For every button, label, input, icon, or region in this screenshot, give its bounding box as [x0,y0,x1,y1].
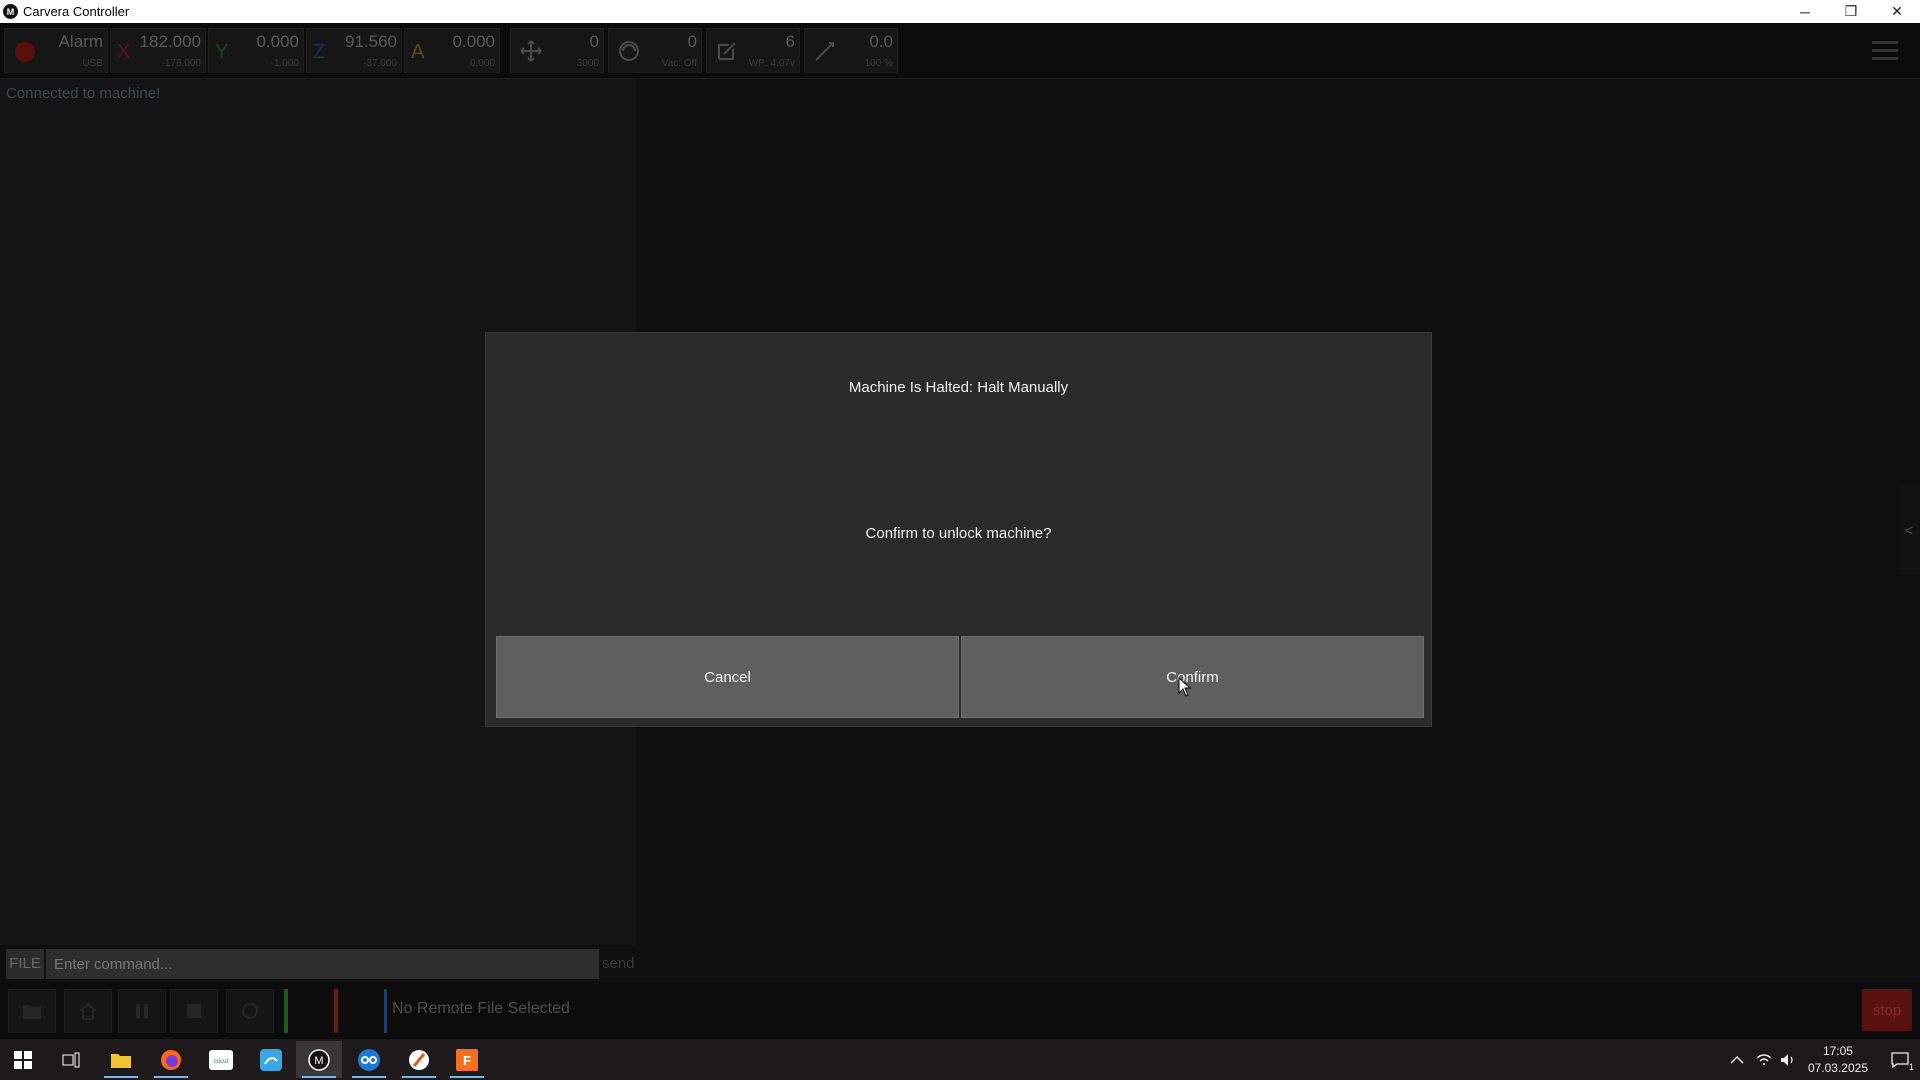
laser-icon [815,42,834,61]
z-axis-label: Z [313,41,326,63]
system-tray: 17:05 07.03.2025 1 [1730,1039,1920,1080]
unlock-dialog: Machine Is Halted: Halt Manually Confirm… [485,332,1432,727]
x-axis-label: X [117,41,131,63]
stop-square-icon [187,1004,201,1018]
close-button[interactable]: ✕ [1874,0,1920,23]
laser-scale: 100 % [864,58,893,69]
z-machine-position: -37.000 [363,58,397,69]
windows-taskbar: cricut M F 17:05 07.03.2025 1 [0,1039,1920,1080]
notification-count: 1 [1908,1062,1914,1072]
notification-center-icon[interactable]: 1 [1880,1039,1920,1080]
confirm-button[interactable]: Confirm [961,636,1424,718]
a-machine-position: 0.000 [469,58,495,69]
feed-panel[interactable]: 0 3000 [510,28,604,73]
spindle-speed: 0 [687,32,697,51]
fusion-icon[interactable]: F [444,1041,490,1078]
chevron-up-icon[interactable] [1730,1055,1744,1065]
restore-button[interactable]: ❐ [1828,0,1874,23]
progress-indicator-green [284,989,288,1033]
home-icon [79,1002,97,1020]
pause-icon [136,1004,148,1018]
y-axis-label: Y [215,41,229,63]
reset-icon [242,1003,258,1019]
feed-rate: 0 [589,32,599,51]
title-bar: M Carvera Controller ─ ❐ ✕ [0,0,1920,23]
mouse-cursor-icon [1178,677,1192,697]
a-position: 0.000 [452,32,495,51]
a-axis-label: A [411,41,425,63]
window-title: Carvera Controller [23,4,130,19]
svg-text:cricut: cricut [214,1059,229,1065]
feed-move-icon [520,40,542,62]
progress-indicator-red [334,989,338,1033]
firefox-icon[interactable] [148,1041,194,1078]
y-machine-position: -1.000 [270,58,299,69]
pause-button[interactable] [118,989,166,1033]
clock-date: 07.03.2025 [1807,1060,1868,1075]
file-explorer-icon[interactable] [98,1041,144,1078]
feed-limit: 3000 [576,58,599,69]
x-position: 182.000 [139,32,201,51]
svg-text:M: M [314,1055,323,1067]
x-axis-panel[interactable]: X 182.000 -178.000 [110,28,206,73]
cancel-button[interactable]: Cancel [496,636,959,718]
a-axis-panel[interactable]: A 0.000 0.000 [404,28,500,73]
console-log-line: Connected to machine! [6,85,161,102]
dialog-title: Machine Is Halted: Halt Manually [848,379,1069,396]
laser-power: 0.0 [869,32,893,51]
stop-job-button[interactable] [170,989,218,1033]
menu-icon[interactable] [1868,36,1902,66]
network-app-icon[interactable] [346,1041,392,1078]
progress-indicator-blue [384,989,387,1033]
emergency-stop-button[interactable]: stop [1862,989,1912,1031]
clock-time: 17:05 [1822,1043,1853,1058]
folder-icon [23,1005,41,1019]
whiteboard-icon[interactable] [248,1041,294,1078]
start-icon[interactable] [0,1041,46,1078]
y-position: 0.000 [256,32,299,51]
spindle-icon [619,41,639,61]
vacuum-status: Vac: Off [661,58,697,69]
machine-state: Alarm [58,32,103,51]
status-toolbar: Alarm USB X 182.000 -178.000 Y 0.000 -1.… [0,23,1920,79]
system-clock[interactable]: 17:05 07.03.2025 [1808,1043,1868,1077]
spindle-panel[interactable]: 0 Vac: Off [608,28,702,73]
laser-panel[interactable]: 0.0 100 % [804,28,898,73]
z-position: 91.560 [345,32,397,51]
tool-panel[interactable]: 6 WP: 4.07v [706,28,800,73]
machine-state-panel[interactable]: Alarm USB [4,28,108,73]
reset-button[interactable] [226,989,274,1033]
volume-icon[interactable] [1780,1053,1796,1067]
panel-collapse-handle[interactable]: < [1898,485,1920,575]
cricut-icon[interactable]: cricut [198,1041,244,1078]
file-button[interactable]: FILE [6,949,44,979]
network-icon[interactable] [1756,1053,1772,1067]
tool-number: 6 [785,32,795,51]
alarm-indicator [15,42,35,62]
remote-file-status: No Remote File Selected [392,1000,570,1017]
wireless-probe-voltage: WP: 4.07v [748,58,795,69]
open-file-button[interactable] [8,989,56,1033]
browser-app-icon[interactable] [396,1041,442,1078]
dialog-message: Confirm to unlock machine? [865,525,1052,542]
send-button[interactable]: send [602,949,642,979]
z-axis-panel[interactable]: Z 91.560 -37.000 [306,28,402,73]
connection-type: USB [82,58,103,69]
task-view-icon[interactable] [48,1041,94,1078]
app-logo-icon: M [3,4,18,19]
x-machine-position: -178.000 [161,58,201,69]
svg-text:F: F [463,1053,471,1068]
y-axis-panel[interactable]: Y 0.000 -1.000 [208,28,304,73]
command-input[interactable] [46,949,599,979]
carvera-icon[interactable]: M [296,1041,342,1078]
minimize-button[interactable]: ─ [1782,0,1828,23]
tool-icon [718,42,736,60]
command-row: FILE send [6,949,635,979]
bottom-bar: No Remote File Selected stop [0,983,1920,1039]
home-button[interactable] [64,989,112,1033]
